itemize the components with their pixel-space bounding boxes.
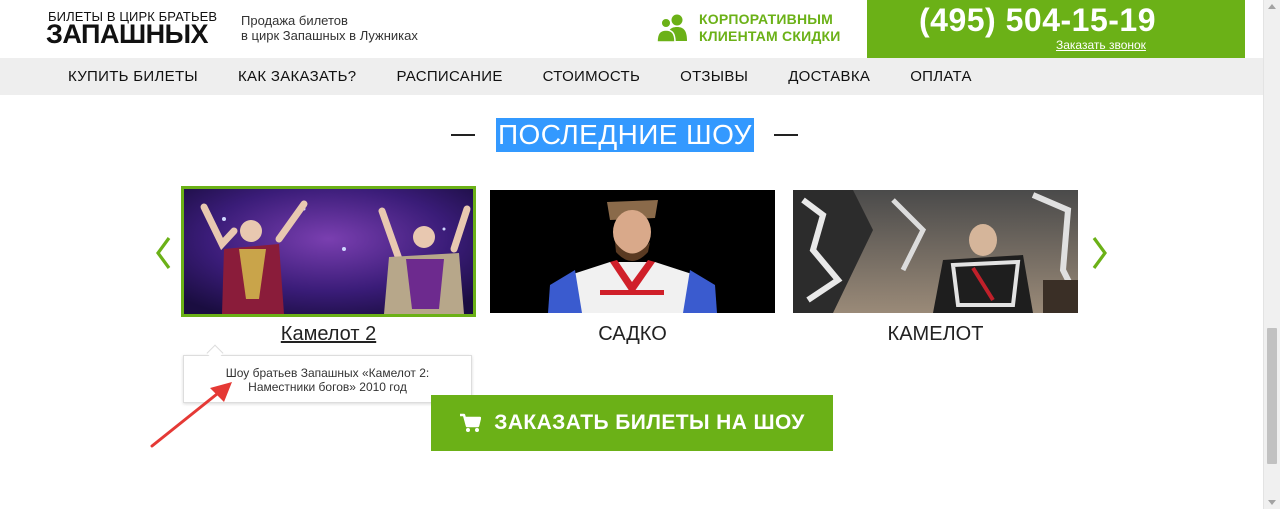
nav-item-schedule[interactable]: РАСПИСАНИЕ (396, 68, 502, 85)
tagline: Продажа билетов в цирк Запашных в Лужник… (241, 13, 418, 43)
show-card-camelot[interactable]: КАМЕЛОТ (793, 190, 1078, 346)
nav-item-buy-tickets[interactable]: КУПИТЬ БИЛЕТЫ (68, 68, 198, 85)
order-tickets-button[interactable]: ЗАКАЗАТЬ БИЛЕТЫ НА ШОУ (431, 395, 833, 451)
show-image-camelot-2[interactable] (181, 186, 476, 317)
site-header: БИЛЕТЫ В ЦИРК БРАТЬЕВ ЗАПАШНЫХ Продажа б… (0, 0, 1263, 58)
corporate-line1: КОРПОРАТИВНЫМ (699, 11, 834, 27)
show-photo (184, 189, 473, 314)
nav-item-delivery[interactable]: ДОСТАВКА (788, 68, 870, 85)
scrollbar-thumb[interactable] (1267, 328, 1277, 464)
phone-box: (495) 504-15-19 Заказать звонок (867, 0, 1245, 58)
carousel-next-button[interactable] (1092, 236, 1108, 270)
users-icon (656, 14, 687, 43)
show-image-sadko[interactable] (490, 190, 775, 313)
show-title-camelot-2[interactable]: Камелот 2 (181, 323, 476, 346)
show-photo (490, 190, 775, 313)
page-scrollbar[interactable] (1263, 0, 1280, 509)
section-title: ПОСЛЕДНИЕ ШОУ (496, 118, 754, 152)
corporate-line2: КЛИЕНТАМ СКИДКИ (699, 28, 841, 44)
carousel-prev-button[interactable] (155, 236, 171, 270)
show-card-camelot-2[interactable]: Камелот 2 (181, 186, 476, 346)
nav-item-how-to-order[interactable]: КАК ЗАКАЗАТЬ? (238, 68, 356, 85)
corporate-link[interactable]: КОРПОРАТИВНЫМ КЛИЕНТАМ СКИДКИ (656, 11, 841, 45)
scroll-down-icon[interactable] (1268, 500, 1276, 505)
main-nav: КУПИТЬ БИЛЕТЫ КАК ЗАКАЗАТЬ? РАСПИСАНИЕ С… (0, 58, 1263, 95)
tagline-line2: в цирк Запашных в Лужниках (241, 28, 418, 43)
chevron-left-icon (156, 237, 171, 269)
show-title-sadko[interactable]: САДКО (490, 323, 775, 346)
page: БИЛЕТЫ В ЦИРК БРАТЬЕВ ЗАПАШНЫХ Продажа б… (0, 0, 1280, 509)
annotation-arrow-icon (150, 382, 232, 448)
show-photo (793, 190, 1078, 313)
show-title-camelot[interactable]: КАМЕЛОТ (793, 323, 1078, 346)
scroll-up-icon[interactable] (1268, 4, 1276, 9)
logo-main-text[interactable]: ЗАПАШНЫХ (46, 19, 209, 50)
show-card-sadko[interactable]: САДКО (490, 190, 775, 346)
order-button-label: ЗАКАЗАТЬ БИЛЕТЫ НА ШОУ (494, 411, 805, 434)
phone-number[interactable]: (495) 504-15-19 (919, 2, 1156, 39)
cart-icon (460, 413, 482, 432)
heading-dash-right (773, 134, 798, 136)
nav-item-reviews[interactable]: ОТЗЫВЫ (680, 68, 748, 85)
nav-item-payment[interactable]: ОПЛАТА (910, 68, 972, 85)
heading-dash-left (451, 134, 475, 136)
chevron-right-icon (1092, 237, 1107, 269)
callback-link[interactable]: Заказать звонок (1056, 38, 1146, 52)
nav-item-price[interactable]: СТОИМОСТЬ (543, 68, 640, 85)
section-heading: ПОСЛЕДНИЕ ШОУ (451, 115, 798, 155)
tagline-line1: Продажа билетов (241, 13, 348, 28)
show-image-camelot[interactable] (793, 190, 1078, 313)
